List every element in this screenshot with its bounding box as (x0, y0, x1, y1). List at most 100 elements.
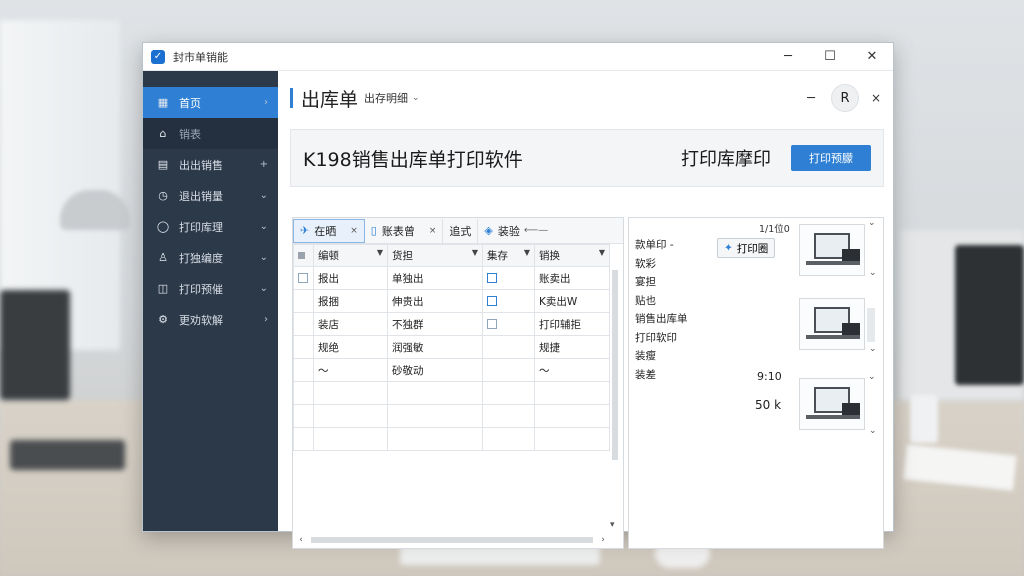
checkbox-icon[interactable] (487, 296, 497, 306)
chevron-down-icon: ⌄ (259, 252, 268, 263)
row-checkbox[interactable] (293, 335, 314, 359)
sort-down-icon[interactable]: ▼ (472, 248, 478, 257)
row-checkbox[interactable] (293, 289, 314, 313)
chevron-down-icon[interactable]: ⌄ (869, 268, 877, 278)
column-header-exchange[interactable]: 销换 ▼ (534, 244, 610, 267)
table-toolbar: ✈ 在晒 × ▯ 账表曾 × 追式 ◈ 装验 ⟵— (293, 218, 623, 244)
background-monitor-right (955, 245, 1024, 385)
row-checkbox[interactable] (293, 404, 314, 428)
table-cell: 砂敬动 (387, 358, 483, 382)
table-cell[interactable] (482, 312, 535, 336)
data-table: 编顿 ▼ 货担 ▼ 集存 ▼ 销换 ▼ 报出 单独出 账卖出 报捆 伸贵出 K卖… (293, 244, 610, 451)
printer-thumbnail[interactable] (799, 298, 865, 350)
sidebar-item-label: 销表 (179, 127, 201, 141)
panel-close-button[interactable]: × (869, 91, 883, 105)
table-cell (482, 404, 535, 428)
table-row[interactable] (293, 404, 610, 428)
sidebar-item-settings[interactable]: ⚙ 更劝软解 › (143, 304, 278, 335)
app-logo-icon: ✓ (151, 49, 165, 64)
table-cell (534, 404, 610, 428)
column-header-stock[interactable]: 集存 ▼ (482, 244, 535, 267)
row-checkbox[interactable] (293, 358, 314, 382)
sort-down-icon[interactable]: ▼ (377, 248, 383, 257)
scrollbar-thumb[interactable] (311, 537, 593, 543)
sidebar-item-outbound-sales[interactable]: ▤ 出出销售 + (143, 149, 278, 180)
table-row[interactable] (293, 427, 610, 451)
sort-down-icon[interactable]: ▼ (599, 248, 605, 257)
close-tab-icon[interactable]: × (429, 226, 437, 236)
circle-icon: ◯ (156, 220, 170, 233)
minimize-button[interactable]: ─ (767, 43, 809, 70)
table-cell[interactable] (482, 266, 535, 290)
print-preview-button[interactable]: 打印预朦 (791, 145, 871, 171)
tab-ledger[interactable]: ▯ 账表曾 × (365, 218, 444, 243)
page-subtitle-dropdown[interactable]: 出存明细 (364, 90, 408, 106)
clock-icon: ◷ (158, 189, 168, 202)
chevron-right-icon: › (264, 97, 268, 108)
scrollbar-thumb[interactable] (612, 270, 618, 460)
checkbox-icon[interactable] (487, 273, 497, 283)
tab-verify[interactable]: ◈ 装验 ⟵— (478, 219, 554, 243)
sort-down-icon[interactable]: ▼ (524, 248, 530, 257)
table-cell: K卖出W (534, 289, 610, 313)
table-row[interactable]: ～ 砂敬动 ～ (293, 358, 610, 382)
close-button[interactable]: ✕ (851, 43, 893, 70)
table-cell (482, 427, 535, 451)
chevron-down-icon[interactable]: ⌄ (869, 426, 877, 436)
scroll-left-icon[interactable]: ‹ (295, 535, 307, 545)
sidebar-item-home[interactable]: ▦ 首页 › (143, 87, 278, 118)
print-button[interactable]: ✦ 打印圈 (717, 238, 776, 258)
title-accent-bar (290, 88, 293, 108)
sidebar-item-print-inventory[interactable]: ◯ 打印库理 ⌄ (143, 211, 278, 242)
thumbnail-scrollbar[interactable] (867, 308, 875, 342)
thumbnail-stand (806, 335, 860, 339)
tab-in-stock[interactable]: ✈ 在晒 × (293, 218, 365, 243)
printer-thumbnail[interactable] (799, 224, 865, 276)
background-keyboard-left (10, 440, 125, 470)
print-icon: ✦ (724, 242, 733, 254)
tab-format[interactable]: 追式 (443, 218, 479, 243)
table-cell[interactable] (482, 289, 535, 313)
checkbox-icon[interactable] (298, 273, 308, 283)
avatar[interactable]: R (831, 84, 859, 112)
table-cell (387, 404, 483, 428)
field-label: 软彩 (635, 257, 656, 270)
sidebar-item-print-preview[interactable]: ◫ 打印预催 ⌄ (143, 273, 278, 304)
table-row[interactable]: 装店 不独群 打印辅拒 (293, 312, 610, 336)
row-checkbox[interactable] (293, 266, 314, 290)
table-row[interactable]: 报捆 伸贵出 K卖出W (293, 289, 610, 313)
printer-thumbnail[interactable] (799, 378, 865, 430)
chevron-down-icon[interactable]: ⌄ (412, 93, 420, 103)
home-icon: ⌂ (159, 127, 167, 140)
table-cell (313, 427, 388, 451)
checkbox-icon[interactable] (487, 319, 497, 329)
product-banner: K198销售出库单打印软件 打印库摩印 打印预朦 (290, 129, 884, 187)
column-header-code[interactable]: 编顿 ▼ (313, 244, 388, 267)
chevron-down-icon[interactable]: ⌄ (869, 344, 877, 354)
row-checkbox[interactable] (293, 381, 314, 405)
chevron-down-icon[interactable]: ⌄ (868, 218, 876, 228)
panel-minimize-button[interactable]: ─ (801, 91, 821, 106)
scroll-down-icon[interactable]: ▾ (610, 520, 615, 530)
row-checkbox[interactable] (293, 312, 314, 336)
banner-right: 打印库摩印 打印预朦 (681, 145, 871, 171)
vertical-scrollbar[interactable]: ▾ (609, 270, 621, 530)
chevron-down-icon[interactable]: ⌄ (868, 372, 876, 382)
sidebar-item-print-edit[interactable]: ♙ 打独编度 ⌄ (143, 242, 278, 273)
close-tab-icon[interactable]: × (350, 226, 358, 236)
sidebar-item-returns[interactable]: ◷ 退出销量 ⌄ (143, 180, 278, 211)
column-header-goods[interactable]: 货担 ▼ (387, 244, 483, 267)
sidebar-item-sales-table[interactable]: ⌂ 销表 (143, 118, 278, 149)
scroll-right-icon[interactable]: › (597, 535, 609, 545)
row-checkbox[interactable] (293, 427, 314, 451)
sidebar-item-label: 出出销售 (179, 158, 223, 172)
table-row[interactable]: 报出 单独出 账卖出 (293, 266, 610, 290)
horizontal-scrollbar[interactable]: ‹ › (295, 534, 609, 546)
table-cell: 报捆 (313, 289, 388, 313)
main-header: 出库单 出存明细 ⌄ ─ R × (278, 71, 893, 125)
maximize-button[interactable]: ☐ (809, 43, 851, 70)
select-all-column[interactable] (293, 244, 314, 267)
table-row[interactable]: 规绝 润强敏 规捷 (293, 335, 610, 359)
banner-title: K198销售出库单打印软件 (303, 148, 523, 171)
table-row[interactable] (293, 381, 610, 405)
